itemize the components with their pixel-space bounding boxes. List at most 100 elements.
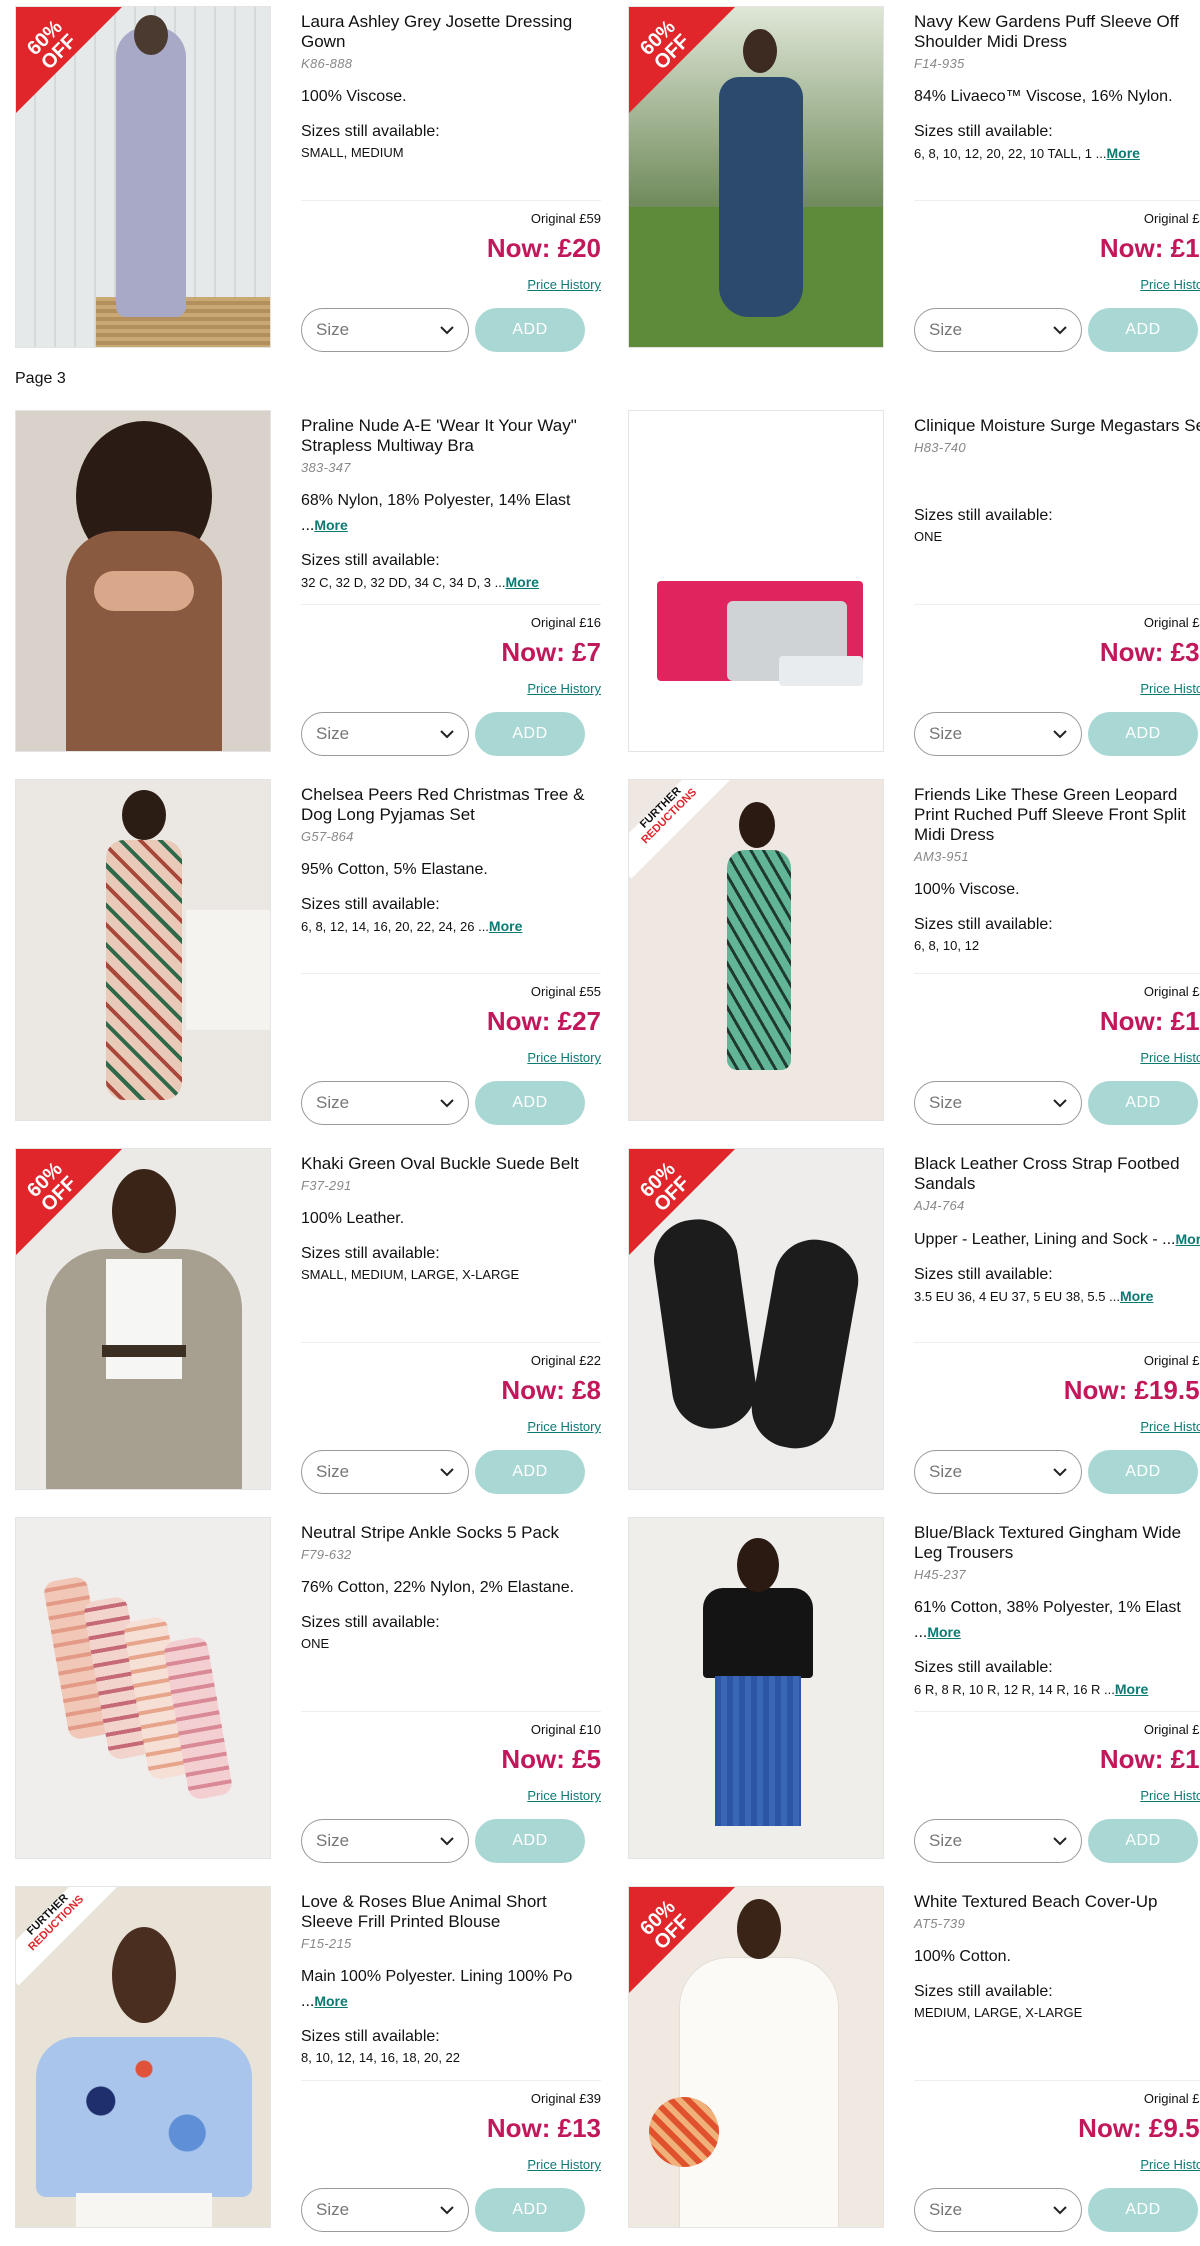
product-card: FURTHER REDUCTIONS Love & Roses Blue Anim… <box>15 1886 616 2232</box>
product-image[interactable]: 60% OFF <box>628 6 884 348</box>
add-to-bag-button[interactable]: ADD <box>475 712 585 756</box>
belt <box>102 1345 186 1357</box>
size-select[interactable]: Size <box>914 1819 1082 1863</box>
product-title[interactable]: Friends Like These Green Leopard Print R… <box>914 785 1200 845</box>
description-more-link[interactable]: More <box>927 1624 960 1640</box>
product-image[interactable]: 60% OFF <box>628 1886 884 2228</box>
sizes-more-link[interactable]: More <box>1115 1681 1148 1697</box>
size-select[interactable]: Size <box>301 712 469 756</box>
price-history-link[interactable]: Price History <box>527 1419 601 1434</box>
now-price: Now: £16 <box>1099 233 1200 263</box>
product-title[interactable]: Clinique Moisture Surge Megastars Set <box>914 416 1200 436</box>
size-select[interactable]: Size <box>914 1081 1082 1125</box>
add-to-bag-button[interactable]: ADD <box>1088 1450 1198 1494</box>
price-history-link[interactable]: Price History <box>527 277 601 292</box>
price-history-link[interactable]: Price History <box>1140 1050 1200 1065</box>
add-to-bag-button[interactable]: ADD <box>1088 1819 1198 1863</box>
sizes-text: 6, 8, 10, 12, 20, 22, 10 TALL, 1 ... <box>914 146 1107 161</box>
product-image[interactable]: 60% OFF <box>628 1148 884 1490</box>
chevron-down-icon <box>1053 2200 1067 2220</box>
price-history-link[interactable]: Price History <box>527 1050 601 1065</box>
add-to-bag-button[interactable]: ADD <box>475 2188 585 2232</box>
size-select[interactable]: Size <box>301 2188 469 2232</box>
chevron-down-icon <box>440 724 454 744</box>
product-image[interactable] <box>15 410 271 752</box>
price-history-link[interactable]: Price History <box>1140 681 1200 696</box>
product-image[interactable]: FURTHER REDUCTIONS <box>628 779 884 1121</box>
size-select[interactable]: Size <box>914 2188 1082 2232</box>
description-more-link[interactable]: More <box>314 517 347 533</box>
product-image[interactable] <box>15 1517 271 1859</box>
product-card: 60% OFF Black Leather Cross Strap Footbe… <box>628 1148 1200 1494</box>
product-info: Navy Kew Gardens Puff Sleeve Off Shoulde… <box>914 6 1200 352</box>
size-select[interactable]: Size <box>914 1450 1082 1494</box>
description-text: 100% Leather. <box>301 1210 405 1227</box>
product-title[interactable]: Laura Ashley Grey Josette Dressing Gown <box>301 12 601 52</box>
product-info: Friends Like These Green Leopard Print R… <box>914 779 1200 1125</box>
add-to-bag-button[interactable]: ADD <box>475 308 585 352</box>
white-top <box>106 1259 182 1379</box>
original-price: Original £10 <box>530 1722 601 1737</box>
product-image[interactable]: FURTHER REDUCTIONS <box>15 1886 271 2228</box>
product-title[interactable]: Navy Kew Gardens Puff Sleeve Off Shoulde… <box>914 12 1200 52</box>
sizes-more-link[interactable]: More <box>1107 145 1140 161</box>
add-to-bag-button[interactable]: ADD <box>1088 712 1198 756</box>
sizes-text: MEDIUM, LARGE, X-LARGE <box>914 2005 1083 2020</box>
product-title[interactable]: Love & Roses Blue Animal Short Sleeve Fr… <box>301 1892 601 1932</box>
product-image[interactable]: 60% OFF <box>15 1148 271 1490</box>
price-history-link[interactable]: Price History <box>527 2157 601 2172</box>
product-info: Black Leather Cross Strap Footbed Sandal… <box>914 1148 1200 1494</box>
original-price: Original £25 <box>1143 2091 1200 2106</box>
product-title[interactable]: Khaki Green Oval Buckle Suede Belt <box>301 1154 601 1174</box>
size-select[interactable]: Size <box>301 1450 469 1494</box>
product-image[interactable] <box>15 779 271 1121</box>
add-to-bag-button[interactable]: ADD <box>475 1450 585 1494</box>
price-history-link[interactable]: Price History <box>1140 277 1200 292</box>
size-select[interactable]: Size <box>301 1819 469 1863</box>
model-head <box>134 15 168 55</box>
product-info: Love & Roses Blue Animal Short Sleeve Fr… <box>301 1886 601 2232</box>
description-more-link[interactable]: More <box>314 1993 347 2009</box>
sizes-more-link[interactable]: More <box>505 574 538 590</box>
sizes-more-link[interactable]: More <box>1120 1288 1153 1304</box>
add-to-bag-button[interactable]: ADD <box>475 1081 585 1125</box>
description-more-link[interactable]: More <box>1175 1231 1200 1247</box>
product-card: Neutral Stripe Ankle Socks 5 Pack F79-63… <box>15 1517 616 1863</box>
product-title[interactable]: Praline Nude A-E 'Wear It Your Way" Stra… <box>301 416 601 456</box>
add-to-bag-button[interactable]: ADD <box>1088 308 1198 352</box>
add-to-bag-button[interactable]: ADD <box>1088 2188 1198 2232</box>
size-select[interactable]: Size <box>914 712 1082 756</box>
product-info: Clinique Moisture Surge Megastars Set H8… <box>914 410 1200 756</box>
product-image[interactable]: 60% OFF <box>15 6 271 348</box>
add-to-bag-button[interactable]: ADD <box>1088 1081 1198 1125</box>
original-price: Original £22 <box>530 1353 601 1368</box>
price-area: Original £45 Now: £31 Price History <box>914 604 1200 696</box>
size-select[interactable]: Size <box>301 1081 469 1125</box>
product-title[interactable]: Blue/Black Textured Gingham Wide Leg Tro… <box>914 1523 1200 1563</box>
model-dress <box>727 850 791 1070</box>
product-image[interactable] <box>628 410 884 752</box>
price-history-link[interactable]: Price History <box>527 1788 601 1803</box>
product-description: Upper - Leather, Lining and Sock - ...Mo… <box>914 1227 1200 1252</box>
chevron-down-icon <box>440 1831 454 1851</box>
price-history-link[interactable]: Price History <box>1140 1419 1200 1434</box>
product-image[interactable] <box>628 1517 884 1859</box>
price-history-link[interactable]: Price History <box>1140 1788 1200 1803</box>
model-figure <box>116 27 186 317</box>
price-history-link[interactable]: Price History <box>1140 2157 1200 2172</box>
product-code: H45-237 <box>914 1567 966 1582</box>
size-select[interactable]: Size <box>914 308 1082 352</box>
product-description: 100% Cotton. <box>914 1945 1200 1969</box>
price-history-link[interactable]: Price History <box>527 681 601 696</box>
model-body <box>66 531 222 751</box>
product-title[interactable]: White Textured Beach Cover-Up <box>914 1892 1200 1912</box>
size-select[interactable]: Size <box>301 308 469 352</box>
add-to-bag-button[interactable]: ADD <box>475 1819 585 1863</box>
sizes-more-link[interactable]: More <box>489 918 522 934</box>
product-title[interactable]: Chelsea Peers Red Christmas Tree & Dog L… <box>301 785 601 825</box>
sizes-text: SMALL, MEDIUM <box>301 145 404 160</box>
chevron-down-icon <box>1053 1093 1067 1113</box>
product-title[interactable]: Black Leather Cross Strap Footbed Sandal… <box>914 1154 1200 1194</box>
product-title[interactable]: Neutral Stripe Ankle Socks 5 Pack <box>301 1523 601 1543</box>
product-card: 60% OFF White Textured Beach Cover-Up AT… <box>628 1886 1200 2232</box>
